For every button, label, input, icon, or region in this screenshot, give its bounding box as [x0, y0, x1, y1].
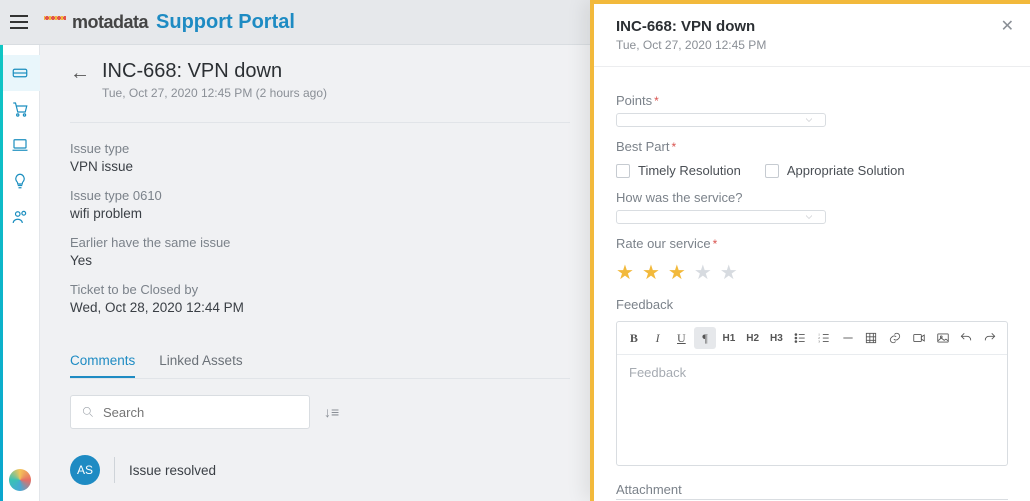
editor-toolbar: B I U ¶ H1 H2 H3 123 [617, 322, 1007, 355]
field-value: wifi problem [70, 206, 570, 221]
nav-assets[interactable] [0, 127, 40, 163]
bold-button[interactable]: B [623, 327, 645, 349]
brand-mini-icon [9, 469, 31, 491]
check-timely[interactable]: Timely Resolution [616, 163, 741, 178]
star-icon[interactable]: ★ [642, 260, 660, 285]
nav-knowledge[interactable] [0, 163, 40, 199]
field-label: Issue type [70, 141, 570, 156]
field-value: Yes [70, 253, 570, 268]
h1-button[interactable]: H1 [718, 327, 740, 349]
service-select[interactable] [616, 210, 826, 224]
ticket-title: INC-668: VPN down [102, 60, 327, 83]
sort-button[interactable]: ↓≡ [324, 404, 339, 420]
field-label: Issue type 0610 [70, 188, 570, 203]
comment-text: Issue resolved [129, 463, 216, 478]
portal-name: Support Portal [156, 11, 295, 34]
brand-logo: motadata [44, 12, 148, 33]
feedback-editor: B I U ¶ H1 H2 H3 123 Feedback [616, 321, 1008, 466]
panel-title: INC-668: VPN down [616, 18, 1008, 35]
tabs: Comments Linked Assets [70, 345, 570, 379]
star-icon[interactable]: ★ [668, 260, 686, 285]
paragraph-button[interactable]: ¶ [694, 327, 716, 349]
tab-comments[interactable]: Comments [70, 345, 135, 378]
svg-text:3: 3 [818, 340, 820, 344]
redo-button[interactable] [979, 327, 1001, 349]
checkbox-icon [765, 164, 779, 178]
star-icon[interactable]: ★ [616, 260, 634, 285]
main-content: ← INC-668: VPN down Tue, Oct 27, 2020 12… [40, 0, 590, 501]
field-label: Earlier have the same issue [70, 235, 570, 250]
feedback-textarea[interactable]: Feedback [617, 355, 1007, 465]
points-label: Points [616, 93, 1008, 108]
divider [70, 122, 570, 123]
h3-button[interactable]: H3 [766, 327, 788, 349]
star-rating[interactable]: ★ ★ ★ ★ ★ [616, 260, 1008, 285]
panel-timestamp: Tue, Oct 27, 2020 12:45 PM [616, 38, 1008, 52]
attachment-label[interactable]: Attachment [616, 482, 1008, 500]
tab-linked-assets[interactable]: Linked Assets [159, 345, 242, 378]
field-value: Wed, Oct 28, 2020 12:44 PM [70, 300, 570, 315]
nav-cart[interactable] [0, 91, 40, 127]
field-value: VPN issue [70, 159, 570, 174]
image-button[interactable] [932, 327, 954, 349]
rate-label: Rate our service [616, 236, 1008, 251]
link-button[interactable] [884, 327, 906, 349]
ticket-timestamp: Tue, Oct 27, 2020 12:45 PM (2 hours ago) [102, 86, 327, 100]
search-input[interactable] [103, 405, 299, 420]
undo-button[interactable] [956, 327, 978, 349]
divider [594, 66, 1030, 67]
side-rail [0, 0, 40, 501]
star-icon[interactable]: ★ [694, 260, 712, 285]
nav-users[interactable] [0, 199, 40, 235]
back-arrow[interactable]: ← [70, 62, 90, 85]
comment-row: AS Issue resolved [70, 455, 570, 485]
underline-button[interactable]: U [671, 327, 693, 349]
search-icon [81, 405, 95, 419]
bestpart-label: Best Part [616, 139, 1008, 154]
chevron-down-icon [803, 114, 815, 126]
hr-button[interactable] [837, 327, 859, 349]
service-label: How was the service? [616, 190, 1008, 205]
checkbox-icon [616, 164, 630, 178]
bullet-list-button[interactable] [789, 327, 811, 349]
divider-vertical [114, 457, 115, 483]
number-list-button[interactable]: 123 [813, 327, 835, 349]
avatar: AS [70, 455, 100, 485]
feedback-panel: ✕ INC-668: VPN down Tue, Oct 27, 2020 12… [590, 0, 1030, 501]
h2-button[interactable]: H2 [742, 327, 764, 349]
chevron-down-icon [803, 211, 815, 223]
check-solution[interactable]: Appropriate Solution [765, 163, 905, 178]
star-icon[interactable]: ★ [720, 260, 738, 285]
ticket-details: Issue type VPN issue Issue type 0610 wifi … [70, 141, 570, 315]
video-button[interactable] [908, 327, 930, 349]
menu-toggle[interactable] [10, 10, 34, 34]
logo-dots-icon [44, 15, 66, 29]
italic-button[interactable]: I [647, 327, 669, 349]
search-input-wrap[interactable] [70, 395, 310, 429]
feedback-label: Feedback [616, 297, 1008, 312]
field-label: Ticket to be Closed by [70, 282, 570, 297]
brand-text: motadata [72, 12, 148, 33]
close-icon[interactable]: ✕ [1001, 16, 1014, 36]
nav-tickets[interactable] [0, 55, 40, 91]
table-button[interactable] [861, 327, 883, 349]
points-select[interactable] [616, 113, 826, 127]
